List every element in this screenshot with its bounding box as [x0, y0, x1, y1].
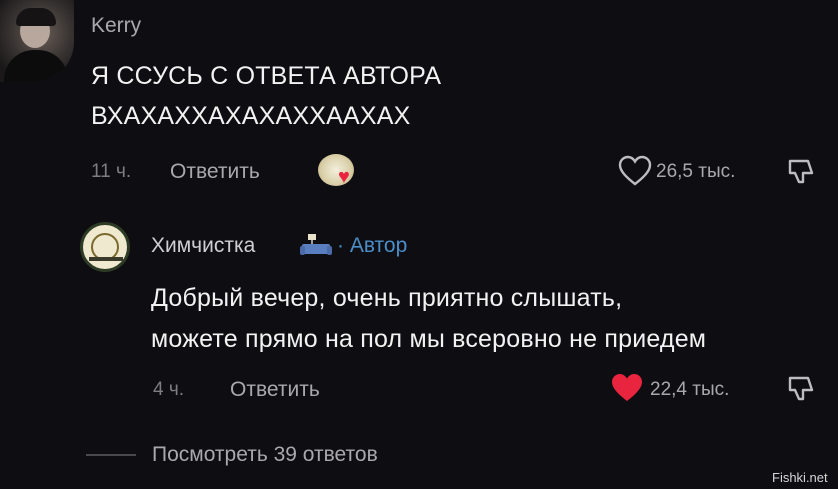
heart-outline-icon	[618, 155, 652, 186]
heart-sticker-icon: ♥	[338, 166, 350, 188]
divider	[86, 454, 136, 456]
like-count: 26,5 тыс.	[656, 161, 736, 182]
avatar-cap	[16, 8, 56, 26]
avatar-body	[4, 50, 68, 82]
like-button-active[interactable]	[610, 372, 646, 406]
reply-dislike-button[interactable]	[786, 372, 820, 406]
sticker-reaction[interactable]: ♥	[318, 154, 364, 190]
dislike-icon	[788, 159, 814, 184]
like-button[interactable]	[618, 155, 654, 189]
watermark: Fishki.net	[772, 470, 828, 485]
dislike-button[interactable]	[786, 155, 820, 189]
comment-text-line2: ВХАХАХХАХАХАХХААХАХ	[91, 102, 411, 130]
comment-time: 11 ч.	[91, 161, 132, 182]
reply-username[interactable]: Химчистка	[151, 234, 255, 258]
reply-text-line1: Добрый вечер, очень приятно слышать,	[151, 284, 623, 312]
logo-label	[89, 257, 123, 261]
avatar-kerry[interactable]	[0, 0, 74, 82]
avatar-himchistka[interactable]	[80, 222, 130, 272]
reply-time: 4 ч.	[153, 379, 185, 400]
dislike-icon	[788, 376, 814, 401]
comment-text-line1: Я ССУСЬ С ОТВЕТА АВТОРА	[91, 62, 442, 90]
reply-text-line2: можете прямо на пол мы всеровно не приед…	[151, 325, 707, 353]
comment-username[interactable]: Kerry	[91, 14, 141, 38]
reply-like-count: 22,4 тыс.	[650, 379, 730, 400]
author-badge: · Автор	[337, 234, 408, 257]
reply-button[interactable]: Ответить	[170, 160, 260, 184]
reply-to-reply-button[interactable]: Ответить	[230, 378, 320, 402]
sofa-emoji-icon	[299, 232, 333, 260]
view-replies-link[interactable]: Посмотреть 39 ответов	[152, 443, 378, 467]
heart-filled-icon	[612, 374, 642, 401]
